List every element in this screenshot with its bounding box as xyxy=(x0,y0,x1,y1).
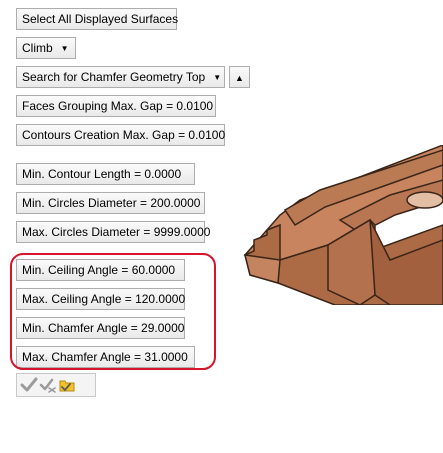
chevron-down-icon: ▼ xyxy=(60,44,69,53)
folder-icon[interactable] xyxy=(58,376,76,394)
search-mode-dropdown[interactable]: Search for Chamfer Geometry Top ▼ xyxy=(16,66,225,88)
move-up-button[interactable]: ▲ xyxy=(229,66,250,88)
min-circles-diameter-field[interactable]: Min. Circles Diameter = 200.0000 xyxy=(16,192,205,214)
checkmark-icon[interactable] xyxy=(20,376,38,394)
action-toolbar xyxy=(16,373,96,397)
search-mode-value: Search for Chamfer Geometry Top xyxy=(22,70,206,84)
highlight-annotation xyxy=(10,253,216,370)
model-left-face xyxy=(244,254,281,284)
select-all-surfaces-button[interactable]: Select All Displayed Surfaces xyxy=(16,8,178,30)
apply-check-icon[interactable] xyxy=(39,376,57,394)
min-contour-length-field[interactable]: Min. Contour Length = 0.0000 xyxy=(16,163,195,185)
model-hole xyxy=(406,191,443,209)
direction-dropdown[interactable]: Climb ▼ xyxy=(16,37,76,59)
chevron-down-icon: ▼ xyxy=(213,73,222,82)
max-circles-diameter-field[interactable]: Max. Circles Diameter = 9999.0000 xyxy=(16,221,210,243)
triangle-up-icon: ▲ xyxy=(235,73,244,83)
chamfer-settings-panel: Select All Displayed Surfaces Climb ▼ Sea… xyxy=(0,0,443,453)
direction-value: Climb xyxy=(22,41,53,55)
faces-grouping-gap-field[interactable]: Faces Grouping Max. Gap = 0.0100 xyxy=(16,95,216,117)
contours-creation-gap-field[interactable]: Contours Creation Max. Gap = 0.0100 xyxy=(16,124,225,146)
3d-part-model xyxy=(243,145,443,305)
